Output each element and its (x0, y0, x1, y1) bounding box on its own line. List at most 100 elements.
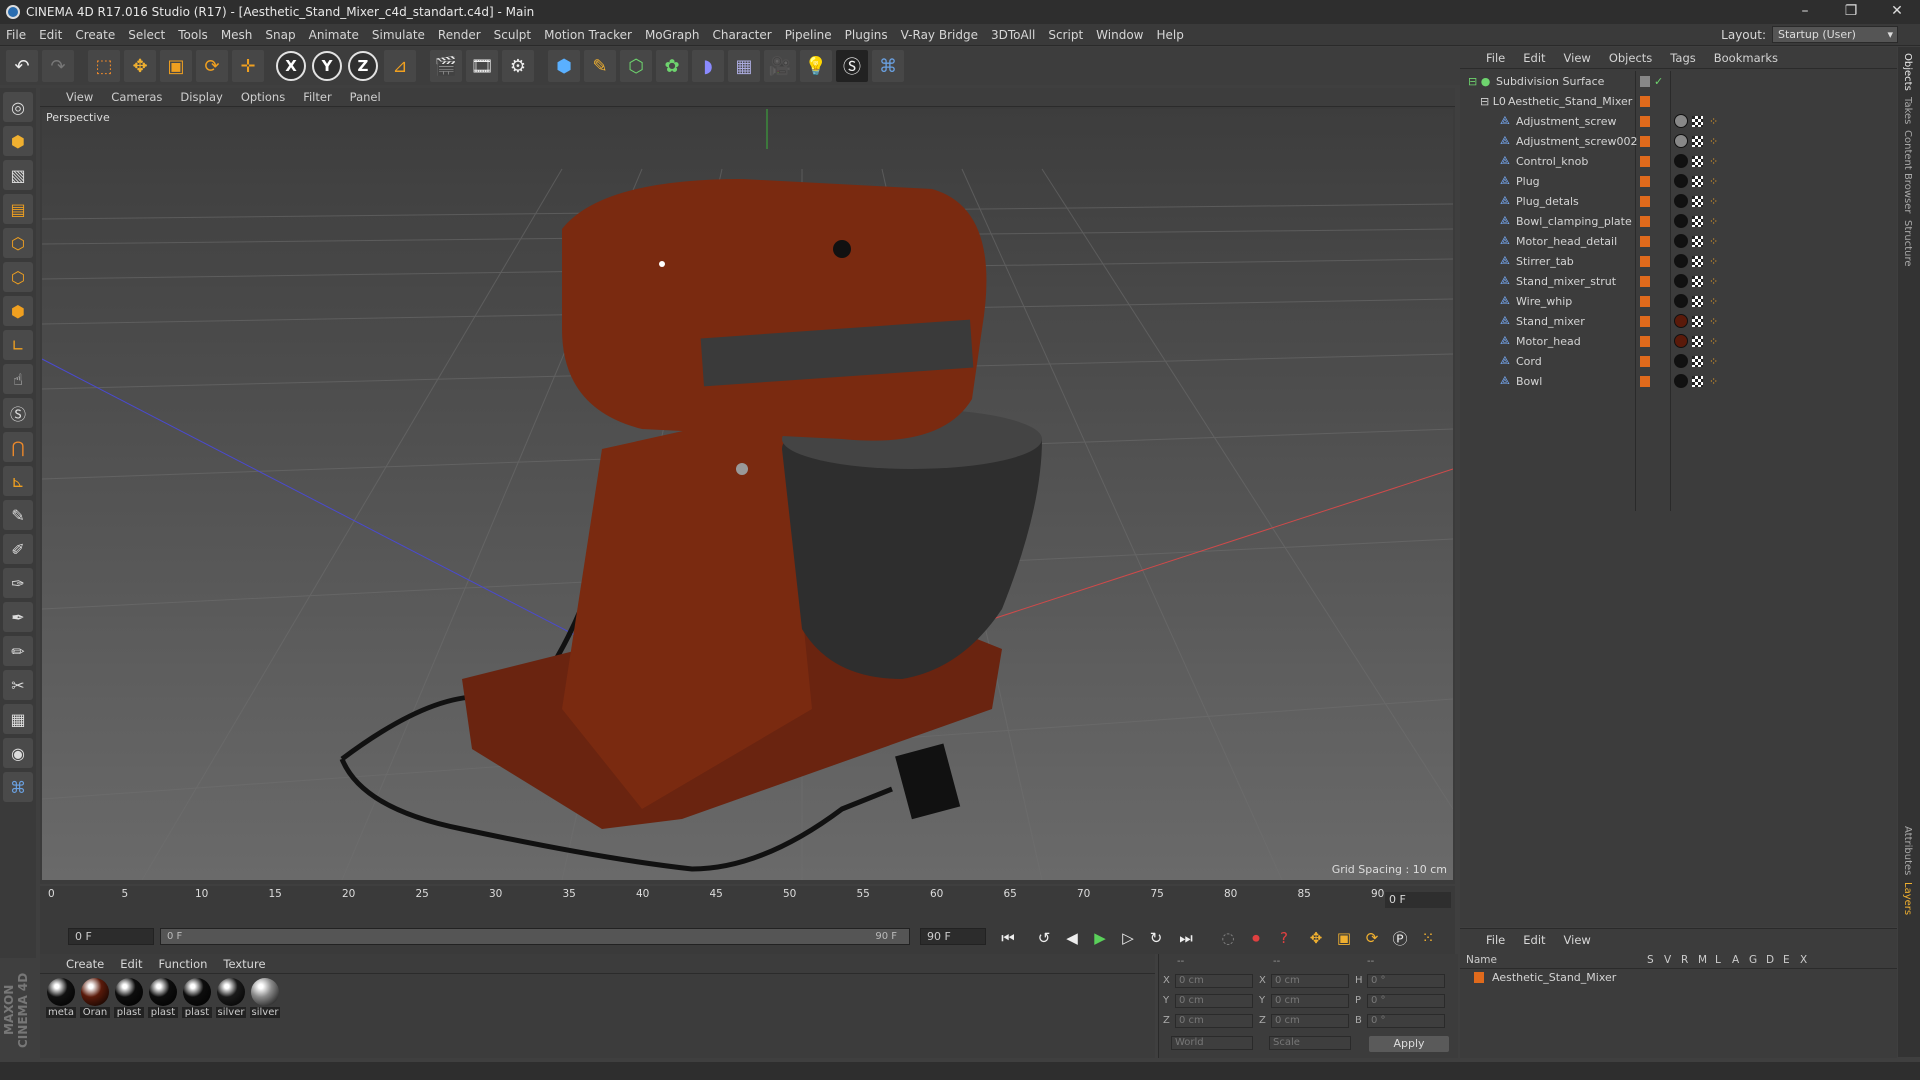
minimize-button[interactable]: – (1782, 0, 1828, 24)
menu-sculpt[interactable]: Sculpt (494, 28, 531, 42)
magnet-icon[interactable]: ⋂ (3, 432, 33, 462)
coord-value-field[interactable]: 0 ° (1367, 994, 1445, 1008)
light-icon[interactable]: 💡 (800, 50, 832, 82)
key-pla-icon[interactable]: ⁙ (1416, 927, 1440, 949)
vp-menu-options[interactable]: Options (241, 90, 285, 104)
menu-tools[interactable]: Tools (178, 28, 208, 42)
mat-menu-create[interactable]: Create (66, 957, 104, 971)
preview-range-slider[interactable]: 0 F 90 F (160, 928, 910, 945)
z-axis-lock-icon[interactable]: Z (348, 51, 378, 81)
close-button[interactable]: ✕ (1874, 0, 1920, 24)
sculpt-brush-icon[interactable]: ✎ (3, 500, 33, 530)
coord-value-field[interactable]: 0 cm (1271, 974, 1349, 988)
layer-column-header[interactable]: A (1732, 954, 1739, 966)
key-position-icon[interactable]: ✥ (1304, 927, 1328, 949)
model-mode-icon[interactable]: ⬢ (3, 126, 33, 156)
layer-column-header[interactable]: R (1681, 954, 1688, 966)
tree-row-object[interactable]: ⟁ Bowl ⁘ (1460, 371, 1897, 391)
auto-keying-icon[interactable]: ⏺ (1244, 927, 1268, 949)
key-rotation-icon[interactable]: ⟳ (1360, 927, 1384, 949)
tweak-mode-icon[interactable]: ☝ (3, 364, 33, 394)
cube-primitive-icon[interactable]: ⬢ (548, 50, 580, 82)
material-swatch[interactable]: meta (46, 978, 76, 1018)
menu-render[interactable]: Render (438, 28, 481, 42)
uvw-tag-icon[interactable] (1692, 375, 1703, 387)
render-view-icon[interactable]: 🎬 (430, 50, 462, 82)
phong-tag-icon[interactable]: ⁘ (1709, 115, 1718, 128)
expand-icon[interactable]: ⊟ ● (1468, 75, 1490, 88)
uvw-tag-icon[interactable] (1692, 275, 1703, 287)
axis-mode-icon[interactable]: ∟ (3, 330, 33, 360)
layer-column-header[interactable]: E (1783, 954, 1790, 966)
python-script-icon[interactable]: ⌘ (3, 772, 33, 802)
tree-row-object[interactable]: ⟁ Stand_mixer ⁘ (1460, 311, 1897, 331)
material-tag-icon[interactable] (1674, 314, 1688, 328)
previous-frame-icon[interactable]: ◀ (1060, 927, 1084, 949)
phong-tag-icon[interactable]: ⁘ (1709, 155, 1718, 168)
spline-pen-icon[interactable]: ✎ (584, 50, 616, 82)
deformer-icon[interactable]: ◗ (692, 50, 724, 82)
uvw-tag-icon[interactable] (1692, 155, 1703, 167)
points-mode-icon[interactable]: ⬡ (3, 228, 33, 258)
coord-scale-dropdown[interactable]: Scale (1269, 1036, 1351, 1050)
coord-value-field[interactable]: 0 ° (1367, 1014, 1445, 1028)
tree-row-object[interactable]: ⟁ Cord ⁘ (1460, 351, 1897, 371)
mat-menu-edit[interactable]: Edit (120, 957, 142, 971)
material-tag-icon[interactable] (1674, 254, 1688, 268)
coord-value-field[interactable]: 0 cm (1175, 974, 1253, 988)
tree-row-object[interactable]: ⟁ Stirrer_tab ⁘ (1460, 251, 1897, 271)
material-swatch[interactable]: Oran (80, 978, 110, 1018)
paint-brush-icon[interactable]: ✐ (3, 534, 33, 564)
timeline-ruler[interactable]: 0 5 10 15 20 25 30 35 40 45 50 55 60 65 70 75 80 85 90 0 F (40, 886, 1455, 918)
menu-select[interactable]: Select (128, 28, 165, 42)
layer-column-header[interactable]: L (1715, 954, 1721, 966)
tree-row-group[interactable]: ⊟ L0 Aesthetic_Stand_Mixer (1460, 91, 1897, 111)
material-tag-icon[interactable] (1674, 234, 1688, 248)
live-selection-icon[interactable]: ⬚ (88, 50, 120, 82)
coord-value-field[interactable]: 0 cm (1175, 994, 1253, 1008)
uvw-tag-icon[interactable] (1692, 135, 1703, 147)
polygons-mode-icon[interactable]: ⬢ (3, 296, 33, 326)
coord-value-field[interactable]: 0 cm (1271, 1014, 1349, 1028)
menu-animate[interactable]: Animate (309, 28, 359, 42)
layer-column-header[interactable]: M (1698, 954, 1707, 966)
tree-row-object[interactable]: ⟁ Motor_head ⁘ (1460, 331, 1897, 351)
menu-window[interactable]: Window (1096, 28, 1143, 42)
layer-menu-file[interactable]: File (1486, 933, 1505, 947)
menu-file[interactable]: File (6, 28, 26, 42)
layer-menu-edit[interactable]: Edit (1523, 933, 1545, 947)
material-swatch[interactable]: plast (114, 978, 144, 1018)
material-tag-icon[interactable] (1674, 294, 1688, 308)
obj-menu-edit[interactable]: Edit (1523, 51, 1545, 65)
menu-pipeline[interactable]: Pipeline (785, 28, 832, 42)
vray-icon[interactable]: Ⓢ (836, 50, 868, 82)
coord-value-field[interactable]: 0 cm (1271, 994, 1349, 1008)
phong-tag-icon[interactable]: ⁘ (1709, 315, 1718, 328)
play-icon[interactable]: ▶ (1088, 927, 1112, 949)
coordinate-system-icon[interactable]: ⊿ (384, 50, 416, 82)
menu-mograph[interactable]: MoGraph (645, 28, 700, 42)
layer-column-header[interactable]: X (1800, 954, 1807, 966)
uvw-tag-icon[interactable] (1692, 195, 1703, 207)
current-frame-field[interactable]: 0 F (1385, 892, 1451, 908)
mat-menu-texture[interactable]: Texture (223, 957, 265, 971)
phong-tag-icon[interactable]: ⁘ (1709, 135, 1718, 148)
obj-menu-file[interactable]: File (1486, 51, 1505, 65)
tab-structure[interactable]: Structure (1902, 220, 1913, 267)
layer-column-header[interactable]: S (1647, 954, 1654, 966)
camera-icon[interactable]: 🎥 (764, 50, 796, 82)
tab-takes[interactable]: Takes (1902, 97, 1913, 124)
uvw-tag-icon[interactable] (1692, 315, 1703, 327)
material-tag-icon[interactable] (1674, 194, 1688, 208)
material-swatch[interactable]: silver (216, 978, 246, 1018)
tab-layers[interactable]: Layers (1902, 882, 1913, 915)
menu-plugins[interactable]: Plugins (845, 28, 888, 42)
material-tag-icon[interactable] (1674, 374, 1688, 388)
menu-create[interactable]: Create (75, 28, 115, 42)
tree-row-object[interactable]: ⟁ Adjustment_screw ⁘ (1460, 111, 1897, 131)
menu-simulate[interactable]: Simulate (372, 28, 425, 42)
lasso-icon[interactable]: ✏ (3, 636, 33, 666)
move-tool-icon[interactable]: ✥ (124, 50, 156, 82)
obj-menu-bookmarks[interactable]: Bookmarks (1714, 51, 1778, 65)
uvw-tag-icon[interactable] (1692, 355, 1703, 367)
